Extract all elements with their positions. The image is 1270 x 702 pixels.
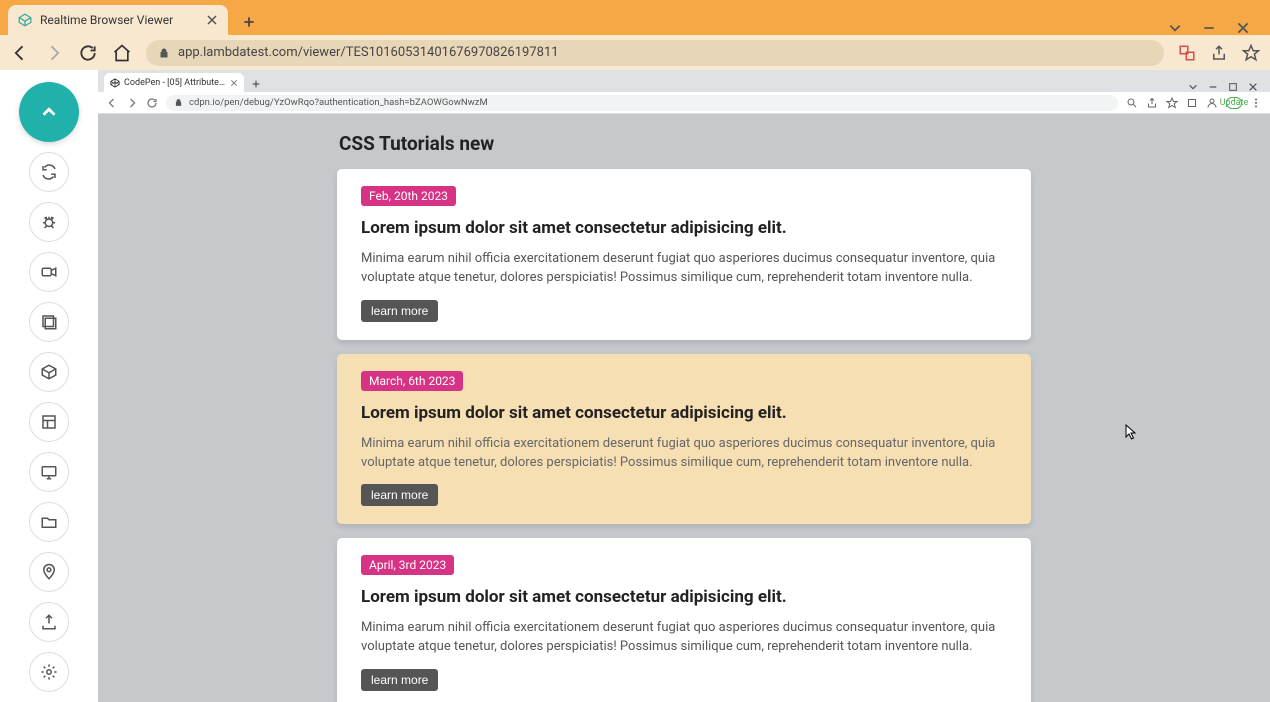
forward-button[interactable] [44,43,64,63]
card-body: Minima earum nihil officia exercitatione… [361,619,1007,657]
new-tab-button[interactable] [236,9,262,35]
inner-urlbar[interactable]: cdpn.io/pen/debug/YzOwRqo?authentication… [166,95,1118,111]
gallery-button[interactable] [29,302,69,342]
back-button[interactable] [10,43,30,63]
learn-more-button[interactable]: learn more [361,669,438,691]
inner-new-tab-button[interactable] [248,76,264,92]
dropdown-icon[interactable] [1168,21,1182,35]
video-button[interactable] [29,252,69,292]
collapse-button[interactable] [19,82,79,142]
card-body: Minima earum nihil officia exercitatione… [361,435,1007,473]
share-icon[interactable] [1210,44,1228,62]
close-window-icon[interactable] [1236,21,1250,35]
card-date-badge: Feb, 20th 2023 [361,186,456,206]
card: Feb, 20th 2023 Lorem ipsum dolor sit ame… [337,169,1031,340]
codepen-icon [110,78,120,88]
layout-button[interactable] [29,402,69,442]
translate-icon[interactable] [1178,44,1196,62]
inner-tabbar: CodePen - [05] Attribute Selectors [98,70,1270,92]
inner-tab-title: CodePen - [05] Attribute Selectors [124,78,226,88]
inner-profile-icon[interactable] [1206,97,1218,109]
learn-more-button[interactable]: learn more [361,300,438,322]
lambdatest-sidebar [0,70,98,702]
inner-bookmark-icon[interactable] [1166,97,1178,109]
upload-button[interactable] [29,602,69,642]
card-title: Lorem ipsum dolor sit amet consectetur a… [361,403,1007,423]
outer-url-text: app.lambdatest.com/viewer/TES10160531401… [178,45,559,60]
outer-tab-active[interactable]: Realtime Browser Viewer [8,5,228,35]
card-body: Minima earum nihil officia exercitatione… [361,250,1007,288]
inner-url-text: cdpn.io/pen/debug/YzOwRqo?authentication… [189,97,488,108]
page-title: CSS Tutorials new [337,132,1031,155]
lambdatest-icon [18,13,32,27]
inner-menu-icon[interactable] [1250,97,1262,109]
page-viewport: CSS Tutorials new Feb, 20th 2023 Lorem i… [98,114,1270,702]
minimize-icon[interactable] [1202,21,1216,35]
outer-urlbar[interactable]: app.lambdatest.com/viewer/TES10160531401… [146,40,1164,66]
inner-forward-button[interactable] [126,97,138,109]
update-button[interactable]: Update [1226,97,1242,109]
reload-button[interactable] [78,43,98,63]
folder-button[interactable] [29,502,69,542]
box-button[interactable] [29,352,69,392]
inner-maximize-icon[interactable] [1228,82,1238,92]
card-date-badge: April, 3rd 2023 [361,555,454,575]
inner-browser: CodePen - [05] Attribute Selectors cdp [98,70,1270,702]
lock-icon [158,47,170,59]
settings-button[interactable] [29,652,69,692]
inner-back-button[interactable] [106,97,118,109]
location-button[interactable] [29,552,69,592]
bug-button[interactable] [29,202,69,242]
bookmark-icon[interactable] [1242,44,1260,62]
close-icon[interactable] [230,79,238,87]
inner-toolbar: cdpn.io/pen/debug/YzOwRqo?authentication… [98,92,1270,114]
outer-tabbar: Realtime Browser Viewer [0,0,1270,35]
outer-toolbar: app.lambdatest.com/viewer/TES10160531401… [0,35,1270,70]
card: March, 6th 2023 Lorem ipsum dolor sit am… [337,354,1031,525]
inner-minimize-icon[interactable] [1208,82,1218,92]
cursor-icon [1125,424,1137,442]
inner-share-icon[interactable] [1146,97,1158,109]
home-button[interactable] [112,43,132,63]
inner-zoom-icon[interactable] [1126,97,1138,109]
card: April, 3rd 2023 Lorem ipsum dolor sit am… [337,538,1031,702]
display-button[interactable] [29,452,69,492]
inner-close-icon[interactable] [1248,82,1258,92]
inner-extension-icon[interactable] [1186,97,1198,109]
inner-dropdown-icon[interactable] [1188,82,1198,92]
inner-lock-icon [174,98,183,107]
outer-tab-title: Realtime Browser Viewer [40,13,198,27]
inner-reload-button[interactable] [146,97,158,109]
learn-more-button[interactable]: learn more [361,484,438,506]
switch-button[interactable] [29,152,69,192]
card-title: Lorem ipsum dolor sit amet consectetur a… [361,587,1007,607]
close-icon[interactable] [206,14,218,26]
card-title: Lorem ipsum dolor sit amet consectetur a… [361,218,1007,238]
inner-tab-active[interactable]: CodePen - [05] Attribute Selectors [104,73,244,92]
card-date-badge: March, 6th 2023 [361,371,463,391]
